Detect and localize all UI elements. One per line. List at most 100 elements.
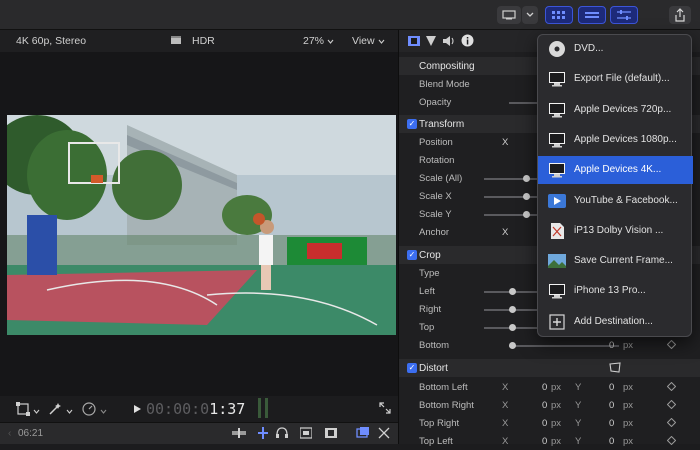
opacity-slider[interactable] <box>509 102 539 104</box>
timecode-display: 00:00:01:37 <box>146 400 245 418</box>
keyframe-diamond-icon[interactable] <box>666 399 677 412</box>
crop-bottom-slider[interactable] <box>509 345 619 347</box>
distort-section-header[interactable]: ✓ Distort <box>399 359 700 377</box>
skimming-icon[interactable] <box>232 428 246 441</box>
distort-row-label: Bottom Left <box>419 382 468 393</box>
chevron-down-icon[interactable] <box>100 406 107 417</box>
share-menu-item[interactable]: Export File (default)... <box>538 65 693 93</box>
rotation-label: Rotation <box>419 155 455 166</box>
left-arrow-icon[interactable]: ‹ <box>8 428 11 439</box>
magic-wand-icon[interactable] <box>48 402 62 419</box>
keyframe-diamond-icon[interactable] <box>666 381 677 394</box>
display-options-dropdown[interactable] <box>522 6 538 24</box>
video-inspector-tab-icon[interactable] <box>408 35 420 50</box>
distort-y-unit: px <box>623 418 634 429</box>
share-menu-item-label: Export File (default)... <box>574 73 670 85</box>
distort-x-value[interactable]: 0 <box>542 436 547 447</box>
distort-tool-icon[interactable] <box>609 362 621 376</box>
chevron-down-icon[interactable] <box>66 406 73 417</box>
share-menu-item-label: Apple Devices 720p... <box>574 103 672 115</box>
share-menu-item[interactable]: Save Current Frame... <box>538 247 693 275</box>
color-inspector-tab-icon[interactable] <box>425 35 437 50</box>
distort-x-value[interactable]: 0 <box>542 418 547 429</box>
computer-icon <box>547 131 567 149</box>
crop-right-knob[interactable] <box>509 306 516 313</box>
info-icon[interactable] <box>461 34 474 50</box>
distort-x-unit: px <box>551 436 562 447</box>
scale-all-slider[interactable] <box>484 178 539 180</box>
trim-icon[interactable] <box>378 427 390 442</box>
crop-top-label: Top <box>419 322 435 333</box>
scale-all-knob[interactable] <box>523 175 530 182</box>
distort-y-value[interactable]: 0 <box>609 382 614 393</box>
clip-appearance-icon[interactable] <box>299 427 313 442</box>
scale-x-knob[interactable] <box>523 193 530 200</box>
distort-x-axis: X <box>502 400 509 411</box>
zoom-level-dropdown[interactable]: 27% <box>303 35 334 47</box>
share-menu-item-label: Apple Devices 1080p... <box>574 133 677 145</box>
chevron-down-icon <box>378 39 384 44</box>
inspector-toggle-button[interactable] <box>610 6 638 24</box>
distort-title: Distort <box>419 363 448 374</box>
snapping-icon[interactable] <box>356 426 370 443</box>
share-menu-item[interactable]: Apple Devices 720p... <box>538 96 693 124</box>
crop-left-knob[interactable] <box>509 288 516 295</box>
transform-checkbox[interactable]: ✓ <box>407 119 417 129</box>
video-frame[interactable] <box>7 115 396 335</box>
clapper-icon <box>170 35 182 48</box>
distort-x-unit: px <box>551 418 562 429</box>
scale-x-slider[interactable] <box>484 196 539 198</box>
viewer-display-button[interactable] <box>497 6 521 24</box>
speed-icon[interactable] <box>82 402 96 419</box>
distort-checkbox[interactable]: ✓ <box>407 363 417 373</box>
scale-all-label: Scale (All) <box>419 173 463 184</box>
play-icon[interactable] <box>133 404 142 417</box>
browser-toggle-button[interactable] <box>545 6 573 24</box>
speaker-icon[interactable] <box>442 35 455 50</box>
timeline-toggle-button[interactable] <box>578 6 606 24</box>
view-menu[interactable]: View <box>352 35 385 47</box>
share-menu-item[interactable]: Add Destination... <box>538 308 693 336</box>
transform-tool-button[interactable] <box>16 402 30 419</box>
film-icon[interactable] <box>325 427 337 442</box>
share-menu-item[interactable]: Apple Devices 4K... <box>538 156 693 185</box>
crop-top-knob[interactable] <box>509 324 516 331</box>
keyframe-diamond-icon[interactable] <box>666 417 677 430</box>
crop-bottom-knob[interactable] <box>509 342 516 349</box>
scale-y-slider[interactable] <box>484 214 539 216</box>
chevron-down-icon[interactable] <box>33 406 40 417</box>
audio-meter-right <box>265 398 268 418</box>
distort-y-unit: px <box>623 436 634 447</box>
crop-right-label: Right <box>419 304 442 315</box>
headphones-icon[interactable] <box>276 427 288 442</box>
scale-y-knob[interactable] <box>523 211 530 218</box>
keyframe-diamond-icon[interactable] <box>666 339 677 352</box>
top-toolbar <box>0 0 700 30</box>
basketball-court-image <box>7 115 396 335</box>
timecode-bright: 1:37 <box>209 400 246 418</box>
distort-y-value[interactable]: 0 <box>609 400 614 411</box>
distort-x-value[interactable]: 0 <box>542 382 547 393</box>
crop-checkbox[interactable]: ✓ <box>407 250 417 260</box>
opacity-label: Opacity <box>419 97 452 108</box>
share-menu-item[interactable]: Apple Devices 1080p... <box>538 126 693 154</box>
share-menu-item-label: Add Destination... <box>574 315 653 327</box>
transport-bar: 00:00:01:37 <box>0 396 398 422</box>
share-menu-item[interactable]: DVD... <box>538 35 693 63</box>
share-menu-item-label: DVD... <box>574 43 604 54</box>
share-menu-item[interactable]: iPhone 13 Pro... <box>538 277 693 305</box>
audio-skimming-icon[interactable] <box>258 427 268 442</box>
share-menu-item[interactable]: iP13 Dolby Vision ... <box>538 217 693 245</box>
crop-bottom-value[interactable]: 0 <box>609 340 614 351</box>
computer-icon <box>547 70 567 88</box>
fullscreen-icon[interactable] <box>379 402 391 417</box>
share-button[interactable] <box>669 6 691 24</box>
share-menu-item[interactable]: YouTube & Facebook... <box>538 187 693 215</box>
distort-y-value[interactable]: 0 <box>609 436 614 447</box>
zoom-value: 27% <box>303 35 325 47</box>
distort-x-value[interactable]: 0 <box>542 400 547 411</box>
share-menu: DVD... Export File (default)... Apple Devi… <box>537 34 693 337</box>
keyframe-diamond-icon[interactable] <box>666 435 677 448</box>
distort-y-value[interactable]: 0 <box>609 418 614 429</box>
chevron-down-icon <box>327 39 334 44</box>
